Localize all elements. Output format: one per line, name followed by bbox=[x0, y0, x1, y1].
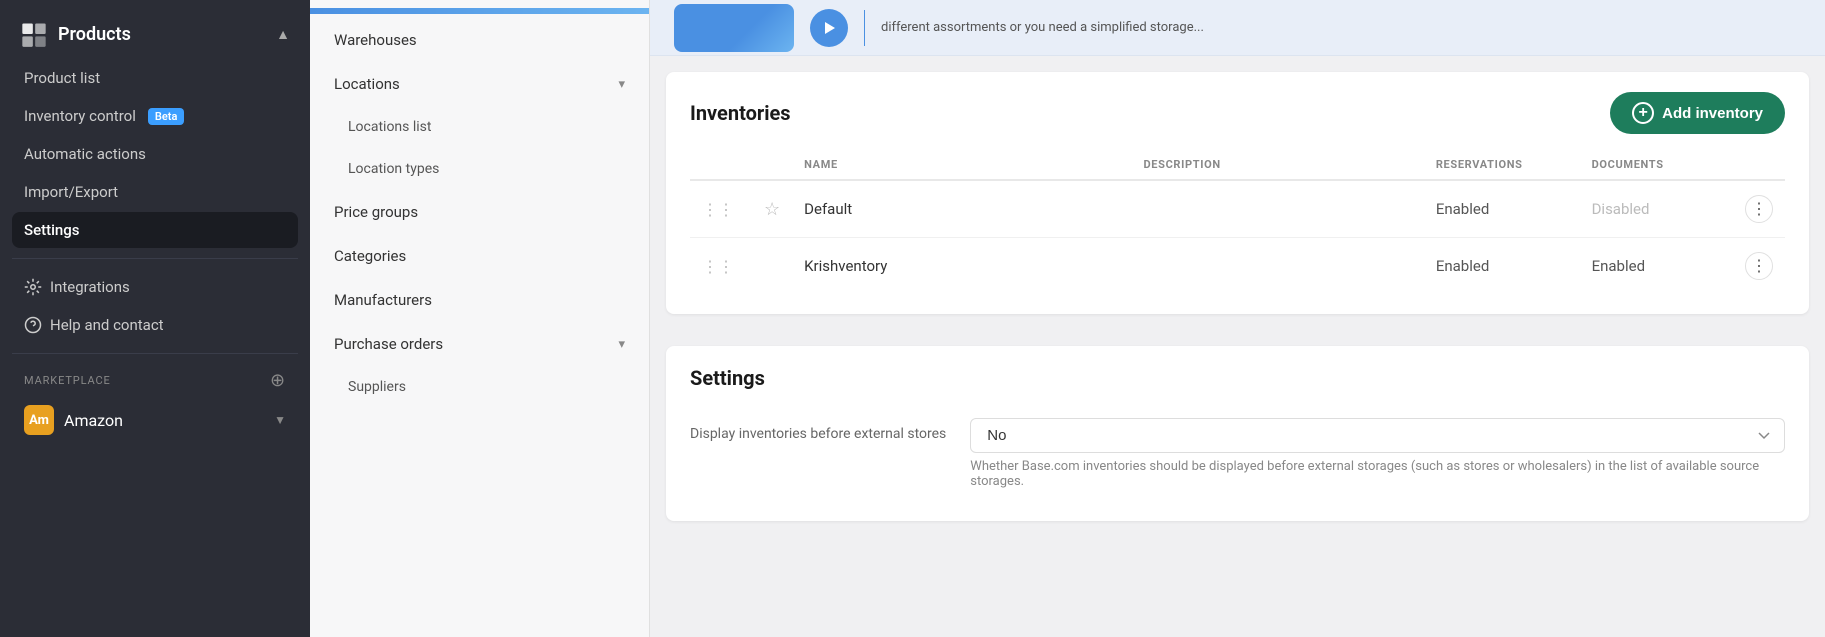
sidebar-title: Products bbox=[58, 24, 131, 45]
row-star-default[interactable]: ☆ bbox=[752, 180, 792, 238]
middle-nav-suppliers[interactable]: Suppliers bbox=[310, 366, 649, 408]
middle-nav-price-groups[interactable]: Price groups bbox=[310, 190, 649, 234]
top-blue-bar bbox=[310, 8, 649, 14]
drag-handle-icon: ⋮⋮ bbox=[702, 200, 740, 219]
add-inventory-plus-icon: + bbox=[1632, 102, 1654, 124]
settings-help-display-inventories: Whether Base.com inventories should be d… bbox=[970, 459, 1785, 489]
sidebar-item-automatic-actions[interactable]: Automatic actions bbox=[12, 136, 298, 172]
settings-control-display-inventories: No Yes Whether Base.com inventories shou… bbox=[970, 418, 1785, 489]
row-star-krish[interactable] bbox=[752, 238, 792, 295]
amazon-chevron-icon: ▼ bbox=[274, 413, 286, 427]
amazon-item-left: Am Amazon bbox=[24, 405, 123, 435]
sidebar-divider-1 bbox=[12, 258, 298, 259]
table-row: ⋮⋮ Krishventory Enabled Enabled ⋮ bbox=[690, 238, 1785, 295]
middle-nav: Warehouses Locations ▾ Locations list Lo… bbox=[310, 0, 650, 637]
middle-nav-manufacturers[interactable]: Manufacturers bbox=[310, 278, 649, 322]
th-menu bbox=[1733, 150, 1785, 180]
settings-header: Settings bbox=[690, 366, 1785, 390]
display-inventories-select[interactable]: No Yes bbox=[970, 418, 1785, 453]
th-documents: DOCUMENTS bbox=[1580, 150, 1733, 180]
sidebar: Products ▲ Product list Inventory contro… bbox=[0, 0, 310, 637]
table-header-row: NAME DESCRIPTION RESERVATIONS DOCUMENTS bbox=[690, 150, 1785, 180]
banner-thumbnail bbox=[674, 4, 794, 52]
table-row: ⋮⋮ ☆ Default Enabled Disabled ⋮ bbox=[690, 180, 1785, 238]
sidebar-item-integrations-label: Integrations bbox=[50, 278, 130, 296]
sidebar-item-settings[interactable]: Settings bbox=[12, 212, 298, 248]
sidebar-item-product-list-label: Product list bbox=[24, 69, 100, 87]
inventories-header: Inventories + Add inventory bbox=[690, 92, 1785, 134]
drag-handle-icon: ⋮⋮ bbox=[702, 257, 740, 276]
inventories-section: Inventories + Add inventory NAME DESCRIP… bbox=[666, 72, 1809, 314]
marketplace-section-label: MARKETPLACE ⊕ bbox=[0, 364, 310, 397]
sidebar-item-import-export-label: Import/Export bbox=[24, 183, 118, 201]
banner-play-button[interactable] bbox=[810, 9, 848, 47]
sidebar-nav: Product list Inventory control Beta Auto… bbox=[0, 60, 310, 248]
sidebar-item-integrations[interactable]: Integrations bbox=[12, 269, 298, 305]
help-icon bbox=[24, 316, 42, 334]
main-content: different assortments or you need a simp… bbox=[650, 0, 1825, 637]
sidebar-brand: Products bbox=[20, 20, 131, 48]
settings-title: Settings bbox=[690, 366, 765, 390]
th-name: NAME bbox=[792, 150, 1131, 180]
row-menu-default: ⋮ bbox=[1733, 180, 1785, 238]
sidebar-item-product-list[interactable]: Product list bbox=[12, 60, 298, 96]
row-documents-default: Disabled bbox=[1580, 180, 1733, 238]
sidebar-item-help[interactable]: Help and contact bbox=[12, 307, 298, 343]
row-menu-krish: ⋮ bbox=[1733, 238, 1785, 295]
row-desc-krish bbox=[1131, 238, 1423, 295]
inventories-title: Inventories bbox=[690, 101, 791, 125]
row-name-default: Default bbox=[792, 180, 1131, 238]
row-reservations-default: Enabled bbox=[1424, 180, 1580, 238]
th-drag bbox=[690, 150, 752, 180]
sidebar-item-settings-label: Settings bbox=[24, 221, 80, 239]
top-banner: different assortments or you need a simp… bbox=[650, 0, 1825, 56]
sidebar-item-import-export[interactable]: Import/Export bbox=[12, 174, 298, 210]
purchase-orders-chevron-icon: ▾ bbox=[618, 337, 625, 352]
sidebar-item-help-label: Help and contact bbox=[50, 316, 164, 334]
row-menu-button-default[interactable]: ⋮ bbox=[1745, 195, 1773, 223]
integrations-icon bbox=[24, 278, 42, 296]
row-drag-default[interactable]: ⋮⋮ bbox=[690, 180, 752, 238]
amazon-label: Amazon bbox=[64, 411, 123, 430]
th-star bbox=[752, 150, 792, 180]
amazon-avatar: Am bbox=[24, 405, 54, 435]
middle-nav-locations-list[interactable]: Locations list bbox=[310, 106, 649, 148]
sidebar-item-amazon[interactable]: Am Amazon ▼ bbox=[12, 397, 298, 443]
inventories-table: NAME DESCRIPTION RESERVATIONS DOCUMENTS … bbox=[690, 150, 1785, 294]
sidebar-item-automatic-actions-label: Automatic actions bbox=[24, 145, 146, 163]
settings-row-display-inventories: Display inventories before external stor… bbox=[690, 406, 1785, 501]
middle-nav-warehouses[interactable]: Warehouses bbox=[310, 18, 649, 62]
middle-nav-locations[interactable]: Locations ▾ bbox=[310, 62, 649, 106]
row-name-krish: Krishventory bbox=[792, 238, 1131, 295]
marketplace-add-icon[interactable]: ⊕ bbox=[270, 370, 286, 391]
banner-divider bbox=[864, 10, 865, 46]
settings-section: Settings Display inventories before exte… bbox=[666, 346, 1809, 521]
add-inventory-button[interactable]: + Add inventory bbox=[1610, 92, 1785, 134]
beta-badge: Beta bbox=[148, 108, 185, 125]
row-desc-default bbox=[1131, 180, 1423, 238]
banner-text: different assortments or you need a simp… bbox=[881, 20, 1801, 35]
sidebar-nav-bottom: Integrations Help and contact bbox=[0, 269, 310, 343]
middle-nav-location-types[interactable]: Location types bbox=[310, 148, 649, 190]
sidebar-chevron-icon[interactable]: ▲ bbox=[276, 26, 290, 43]
row-documents-krish: Enabled bbox=[1580, 238, 1733, 295]
th-description: DESCRIPTION bbox=[1131, 150, 1423, 180]
middle-nav-purchase-orders[interactable]: Purchase orders ▾ bbox=[310, 322, 649, 366]
star-icon: ☆ bbox=[764, 199, 780, 220]
row-menu-button-krish[interactable]: ⋮ bbox=[1745, 252, 1773, 280]
sidebar-item-inventory-control-label: Inventory control bbox=[24, 107, 136, 125]
locations-chevron-icon: ▾ bbox=[618, 77, 625, 92]
middle-nav-categories[interactable]: Categories bbox=[310, 234, 649, 278]
settings-label-display-inventories: Display inventories before external stor… bbox=[690, 418, 946, 442]
sidebar-divider-2 bbox=[12, 353, 298, 354]
row-drag-krish[interactable]: ⋮⋮ bbox=[690, 238, 752, 295]
row-reservations-krish: Enabled bbox=[1424, 238, 1580, 295]
products-icon bbox=[20, 20, 48, 48]
th-reservations: RESERVATIONS bbox=[1424, 150, 1580, 180]
sidebar-header: Products ▲ bbox=[0, 12, 310, 60]
sidebar-item-inventory-control[interactable]: Inventory control Beta bbox=[12, 98, 298, 134]
add-inventory-label: Add inventory bbox=[1662, 105, 1763, 122]
play-icon bbox=[822, 21, 836, 35]
